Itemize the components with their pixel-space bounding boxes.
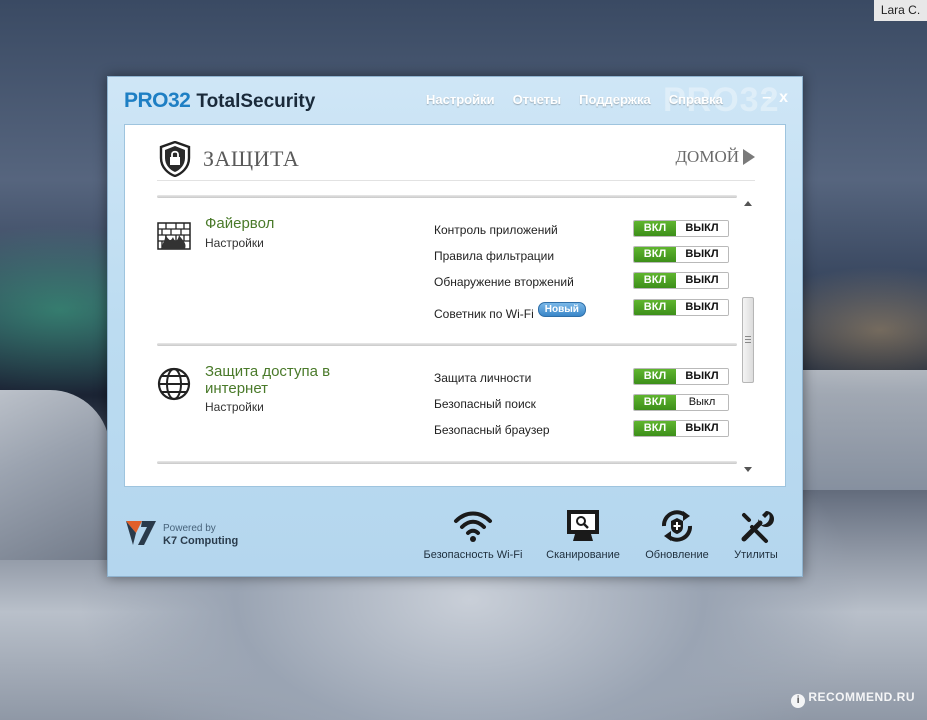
toggle-on[interactable]: ВКЛ <box>634 300 676 315</box>
firewall-title[interactable]: Файервол <box>205 215 375 232</box>
setting-label: Обнаружение вторжений <box>434 275 574 289</box>
toggle-off[interactable]: ВЫКЛ <box>676 421 728 436</box>
tool-label: Сканирование <box>546 549 620 561</box>
setting-label: Контроль приложений <box>434 223 558 237</box>
brand-prefix: PRO32 <box>124 89 191 112</box>
utilities-button[interactable]: Утилиты <box>725 507 787 561</box>
web-protection-section: Защита доступа в интернет Настройки Защи… <box>157 363 737 463</box>
on-off-toggle[interactable]: ВКЛ ВЫКЛ <box>633 299 729 316</box>
setting-label: Безопасный поиск <box>434 397 536 411</box>
scan-icon <box>567 510 599 541</box>
divider <box>157 461 737 464</box>
tool-label: Безопасность Wi-Fi <box>423 549 523 561</box>
arrow-right-icon <box>743 149 755 165</box>
scroll-thumb[interactable] <box>742 297 754 383</box>
home-button[interactable]: ДОМОЙ <box>675 147 755 167</box>
web-protection-settings-link[interactable]: Настройки <box>205 400 264 414</box>
toggle-on[interactable]: ВКЛ <box>634 221 676 236</box>
window-controls: – x <box>762 90 788 106</box>
setting-label: Советник по Wi-Fi Новый <box>434 302 586 321</box>
firewall-section: Файервол Настройки Контроль приложений В… <box>157 215 737 335</box>
update-icon <box>662 510 692 542</box>
wifi-security-button[interactable]: Безопасность Wi-Fi <box>422 507 524 561</box>
scroll-down-icon[interactable] <box>744 467 752 472</box>
scroll-up-icon[interactable] <box>744 201 752 206</box>
wifi-icon <box>454 511 492 542</box>
divider <box>157 195 737 198</box>
app-window: PRO32 TotalSecurity PRO32 Настройки Отчет… <box>107 76 803 577</box>
top-nav: Настройки Отчеты Поддержка Справка <box>426 92 741 107</box>
grip-icon <box>745 336 751 343</box>
section-title: ЗАЩИТА <box>203 146 300 171</box>
on-off-toggle[interactable]: ВКЛ ВЫКЛ <box>633 220 729 237</box>
snow-rock-decor <box>0 390 110 560</box>
watermark-icon: i <box>791 694 806 708</box>
web-protection-title[interactable]: Защита доступа в интернет <box>205 363 375 397</box>
nav-help[interactable]: Справка <box>669 92 723 107</box>
powered-by: Powered by K7 Computing <box>163 523 238 547</box>
setting-label: Правила фильтрации <box>434 249 555 263</box>
on-off-toggle[interactable]: ВКЛ ВЫКЛ <box>633 246 729 263</box>
toggle-off[interactable]: Выкл <box>676 395 728 410</box>
toggle-off[interactable]: ВЫКЛ <box>676 300 728 315</box>
on-off-toggle[interactable]: ВКЛ ВЫКЛ <box>633 420 729 437</box>
divider <box>157 343 737 346</box>
firewall-settings-link[interactable]: Настройки <box>205 236 264 250</box>
nav-settings[interactable]: Настройки <box>426 92 495 107</box>
on-off-toggle[interactable]: ВКЛ ВЫКЛ <box>633 368 729 385</box>
scan-button[interactable]: Сканирование <box>542 507 624 561</box>
setting-label: Защита личности <box>434 371 532 385</box>
setting-row-app-control: Контроль приложений ВКЛ ВЫКЛ <box>434 220 734 240</box>
toggle-on[interactable]: ВКЛ <box>634 273 676 288</box>
setting-row-safe-search: Безопасный поиск ВКЛ Выкл <box>434 394 734 414</box>
tool-label: Обновление <box>645 549 709 561</box>
brand-suffix: TotalSecurity <box>196 91 316 112</box>
on-off-toggle[interactable]: ВКЛ Выкл <box>633 394 729 411</box>
new-badge: Новый <box>537 302 586 317</box>
close-button[interactable]: x <box>779 90 788 106</box>
toggle-on[interactable]: ВКЛ <box>634 247 676 262</box>
title-bar: PRO32 TotalSecurity PRO32 Настройки Отчет… <box>108 77 802 123</box>
minimize-button[interactable]: – <box>762 90 771 106</box>
shield-lock-icon <box>159 141 191 177</box>
toggle-off[interactable]: ВЫКЛ <box>676 247 728 262</box>
nav-reports[interactable]: Отчеты <box>513 92 562 107</box>
globe-icon <box>157 367 191 401</box>
setting-row-identity: Защита личности ВКЛ ВЫКЛ <box>434 368 734 388</box>
setting-row-intrusion: Обнаружение вторжений ВКЛ ВЫКЛ <box>434 272 734 292</box>
setting-row-safe-browser: Безопасный браузер ВКЛ ВЫКЛ <box>434 420 734 440</box>
nav-support[interactable]: Поддержка <box>579 92 651 107</box>
setting-label: Безопасный браузер <box>434 423 550 437</box>
firewall-icon <box>157 222 191 250</box>
section-header: ЗАЩИТА ДОМОЙ <box>157 139 755 181</box>
protection-panel: ЗАЩИТА ДОМОЙ Файервол Настройки Контроль… <box>124 124 786 487</box>
powered-by-label: Powered by <box>163 523 216 534</box>
setting-label-text: Советник по Wi-Fi <box>434 307 534 321</box>
snow-hill-decor <box>802 370 927 490</box>
app-logo: PRO32 TotalSecurity <box>124 89 315 113</box>
user-name-tag: Lara C. <box>874 0 927 21</box>
company-name: K7 Computing <box>163 535 239 547</box>
watermark-text: RECOMMEND.RU <box>808 690 915 704</box>
toggle-off[interactable]: ВЫКЛ <box>676 221 728 236</box>
toggle-off[interactable]: ВЫКЛ <box>676 369 728 384</box>
on-off-toggle[interactable]: ВКЛ ВЫКЛ <box>633 272 729 289</box>
toggle-on[interactable]: ВКЛ <box>634 421 676 436</box>
update-button[interactable]: Обновление <box>641 507 713 561</box>
toggle-on[interactable]: ВКЛ <box>634 395 676 410</box>
setting-row-filter-rules: Правила фильтрации ВКЛ ВЫКЛ <box>434 246 734 266</box>
k7-logo-icon <box>126 521 156 545</box>
scrollbar[interactable] <box>741 197 755 477</box>
home-label: ДОМОЙ <box>675 147 739 166</box>
watermark: i RECOMMEND.RU <box>791 690 915 708</box>
toggle-off[interactable]: ВЫКЛ <box>676 273 728 288</box>
setting-row-wifi-advisor: Советник по Wi-Fi Новый ВКЛ ВЫКЛ <box>434 299 734 321</box>
tools-icon <box>741 511 774 543</box>
toggle-on[interactable]: ВКЛ <box>634 369 676 384</box>
tool-label: Утилиты <box>734 549 778 561</box>
